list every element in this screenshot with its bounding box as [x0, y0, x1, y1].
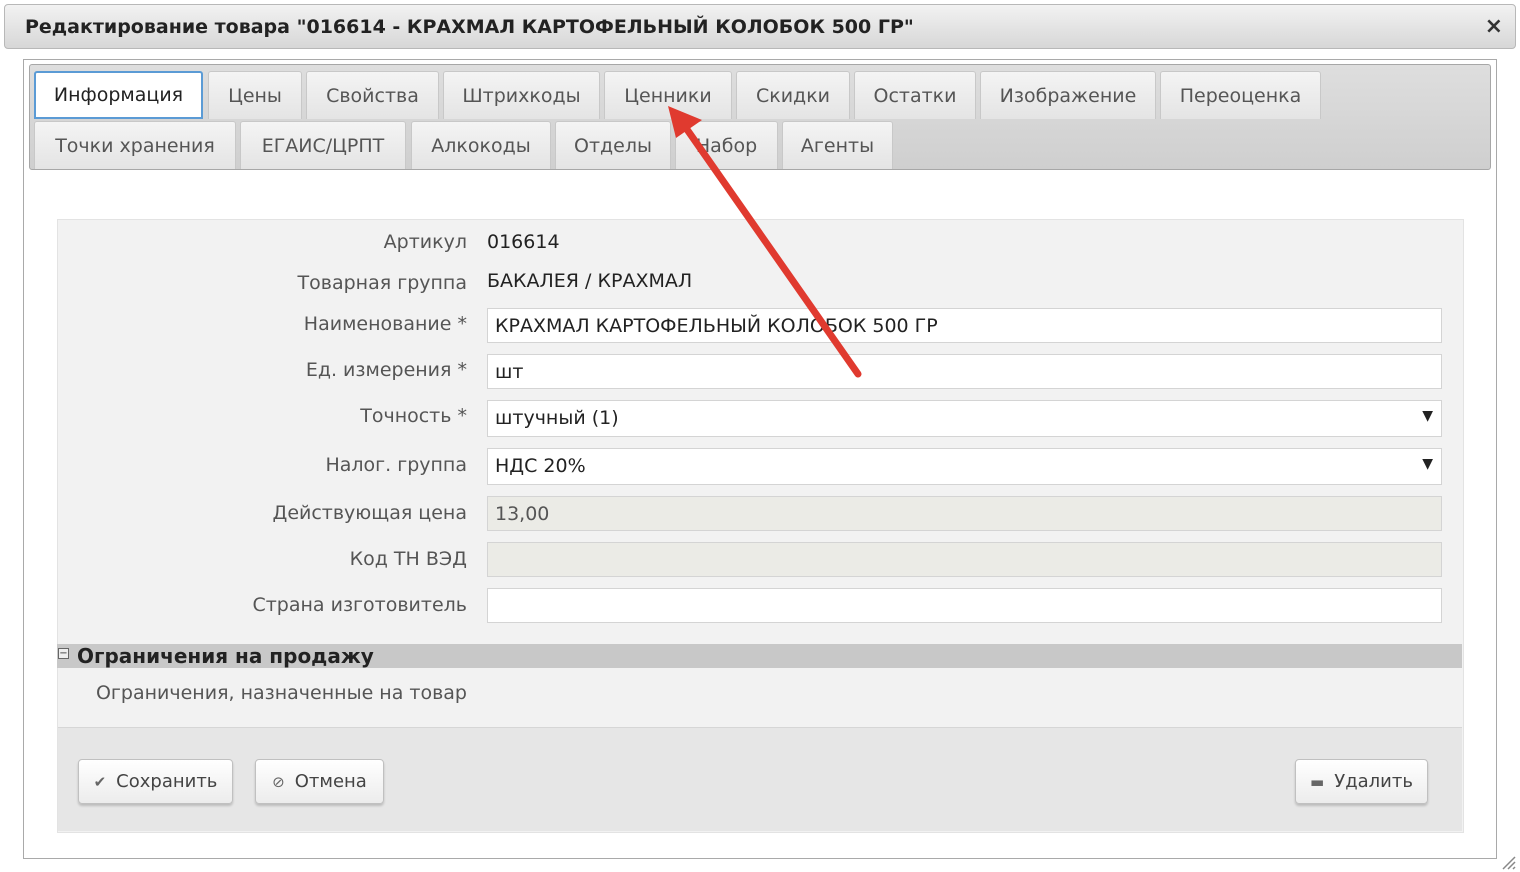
tab-barcodes[interactable]: Штрихкоды — [443, 71, 600, 119]
tnved-label: Код ТН ВЭД — [349, 548, 467, 570]
tab-bar: Информация Цены Свойства Штрихкоды Ценни… — [29, 64, 1491, 170]
unit-label: Ед. измерения * — [305, 359, 467, 381]
group-label: Товарная группа — [297, 272, 467, 294]
close-icon[interactable]: × — [1485, 14, 1503, 39]
country-label: Страна изготовитель — [252, 594, 467, 616]
cancel-icon: ⊘ — [272, 772, 285, 791]
minus-icon: ▬ — [1310, 772, 1325, 791]
precision-select[interactable]: штучный (1) ▼ — [487, 400, 1442, 437]
tab-storage-points[interactable]: Точки хранения — [34, 121, 236, 169]
current-price-field: 13,00 — [487, 496, 1442, 531]
tab-stock[interactable]: Остатки — [854, 71, 976, 119]
unit-input[interactable]: шт — [487, 354, 1442, 389]
tab-price-tags[interactable]: Ценники — [604, 71, 732, 119]
price-label: Действующая цена — [272, 502, 467, 524]
precision-select-value: штучный (1) — [495, 407, 619, 429]
tab-prices[interactable]: Цены — [208, 71, 302, 119]
tab-info[interactable]: Информация — [34, 71, 203, 119]
restrictions-note: Ограничения, назначенные на товар — [95, 682, 467, 704]
dropdown-arrow-icon: ▼ — [1422, 456, 1433, 472]
dialog-titlebar: Редактирование товара "016614 - КРАХМАЛ … — [4, 4, 1516, 49]
restrictions-title: Ограничения на продажу — [77, 644, 374, 668]
dialog-title: Редактирование товара "016614 - КРАХМАЛ … — [25, 16, 914, 38]
tnved-field — [487, 542, 1442, 577]
tax-group-select[interactable]: НДС 20% ▼ — [487, 448, 1442, 485]
country-input[interactable] — [487, 588, 1442, 623]
tab-discounts[interactable]: Скидки — [736, 71, 850, 119]
delete-button[interactable]: ▬ Удалить — [1295, 759, 1428, 804]
tab-properties[interactable]: Свойства — [306, 71, 439, 119]
article-value: 016614 — [487, 231, 560, 253]
precision-label: Точность * — [360, 405, 467, 427]
tab-image[interactable]: Изображение — [980, 71, 1156, 119]
group-value: БАКАЛЕЯ / КРАХМАЛ — [487, 270, 693, 292]
tab-set[interactable]: Набор — [675, 121, 778, 169]
article-label: Артикул — [383, 231, 467, 253]
tab-revaluation[interactable]: Переоценка — [1160, 71, 1321, 119]
save-button[interactable]: ✔ Сохранить — [78, 759, 233, 804]
cancel-button[interactable]: ⊘ Отмена — [255, 759, 384, 804]
tab-alcocodes[interactable]: Алкокоды — [411, 121, 551, 169]
name-input[interactable]: КРАХМАЛ КАРТОФЕЛЬНЫЙ КОЛОБОК 500 ГР — [487, 308, 1442, 343]
tab-egais[interactable]: ЕГАИС/ЦРПТ — [240, 121, 406, 169]
name-label: Наименование * — [303, 313, 467, 335]
tab-departments[interactable]: Отделы — [555, 121, 671, 169]
delete-button-label: Удалить — [1334, 771, 1413, 792]
tab-agents[interactable]: Агенты — [782, 121, 893, 169]
checkmark-icon: ✔ — [93, 772, 107, 791]
dropdown-arrow-icon: ▼ — [1422, 408, 1433, 424]
tax-label: Налог. группа — [325, 454, 467, 476]
cancel-button-label: Отмена — [294, 771, 367, 792]
tax-group-select-value: НДС 20% — [495, 455, 586, 477]
collapse-icon[interactable]: − — [58, 648, 69, 659]
resize-grip-icon[interactable] — [1500, 854, 1516, 870]
restrictions-section-header[interactable]: − Ограничения на продажу — [57, 644, 1462, 668]
save-button-label: Сохранить — [116, 771, 218, 792]
